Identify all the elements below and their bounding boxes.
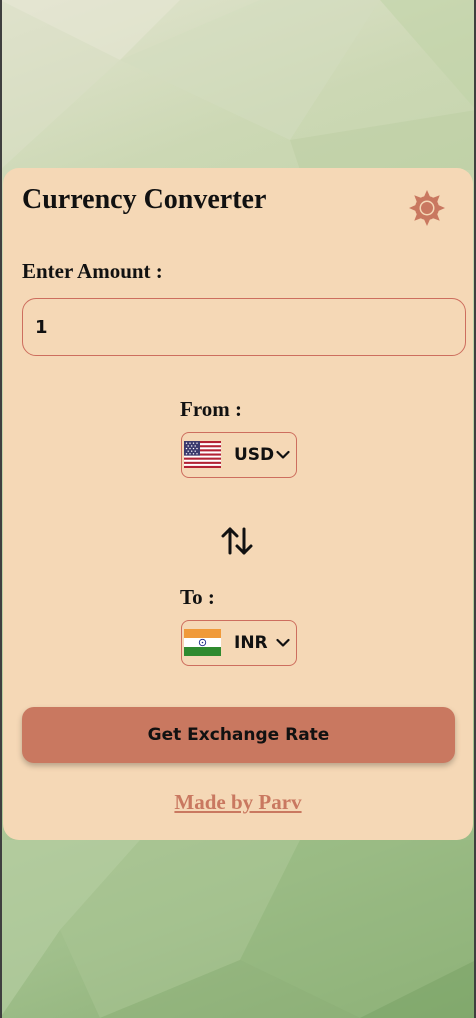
amount-input[interactable] [22, 298, 466, 356]
credit-link[interactable]: Made by Parv [3, 790, 473, 815]
sun-gear-icon [409, 190, 445, 226]
amount-label: Enter Amount : [22, 259, 163, 283]
to-label: To : [180, 585, 215, 609]
swap-arrows-icon[interactable] [220, 524, 254, 558]
get-exchange-rate-button[interactable]: Get Exchange Rate [22, 707, 455, 763]
to-currency-code: INR [234, 633, 268, 653]
theme-toggle-button[interactable] [407, 188, 447, 228]
converter-card: Currency Converter Enter Amount : From : [3, 168, 473, 840]
chevron-down-icon [276, 450, 290, 459]
window-edge-left [0, 0, 2, 1018]
to-currency-select[interactable]: INR [181, 620, 297, 666]
us-flag-icon [184, 441, 221, 468]
chevron-down-icon [276, 638, 290, 647]
india-flag-icon [184, 629, 221, 656]
from-currency-select[interactable]: USD [181, 432, 297, 478]
from-label: From : [180, 397, 243, 421]
from-currency-code: USD [234, 445, 275, 465]
page-title: Currency Converter [22, 184, 267, 215]
